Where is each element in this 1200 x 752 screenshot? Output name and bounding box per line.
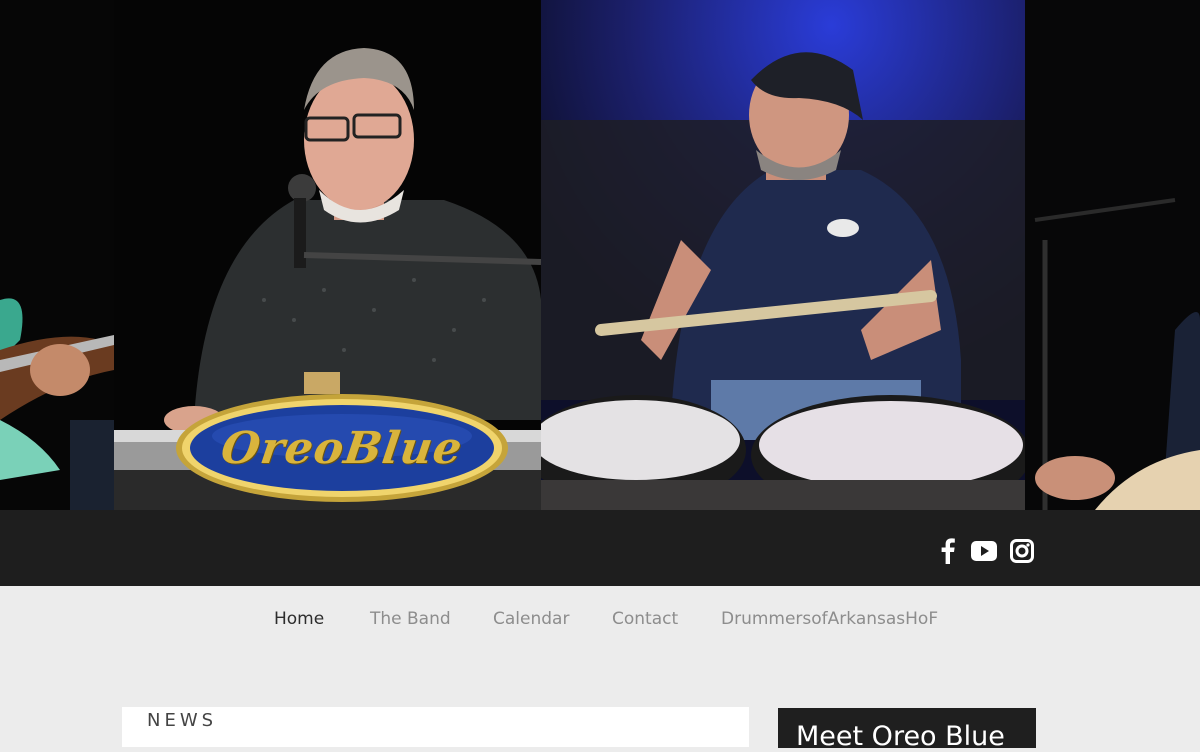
main-nav xyxy=(0,586,1200,652)
guitarist-photo-right xyxy=(1025,0,1200,510)
meet-band-title: Meet Oreo Blue xyxy=(796,721,1005,752)
nav-item-calendar[interactable]: Calendar xyxy=(493,609,569,629)
news-heading: NEWS xyxy=(147,710,218,731)
nav-item-drummers-hof[interactable]: DrummersofArkansasHoF xyxy=(721,609,938,629)
oreoblue-logo[interactable]: OreoBlue xyxy=(174,392,510,504)
drummer-photo xyxy=(541,0,1025,510)
nav-item-home[interactable]: Home xyxy=(274,609,324,629)
guitarist-photo-left xyxy=(0,0,114,510)
logo-text: OreoBlue xyxy=(218,422,466,474)
youtube-icon[interactable] xyxy=(971,538,997,564)
facebook-icon[interactable] xyxy=(935,538,961,564)
nav-item-contact[interactable]: Contact xyxy=(612,609,678,629)
hero-banner: OreoBlue xyxy=(0,0,1200,510)
instagram-icon[interactable] xyxy=(1009,538,1035,564)
nav-item-the-band[interactable]: The Band xyxy=(370,609,451,629)
